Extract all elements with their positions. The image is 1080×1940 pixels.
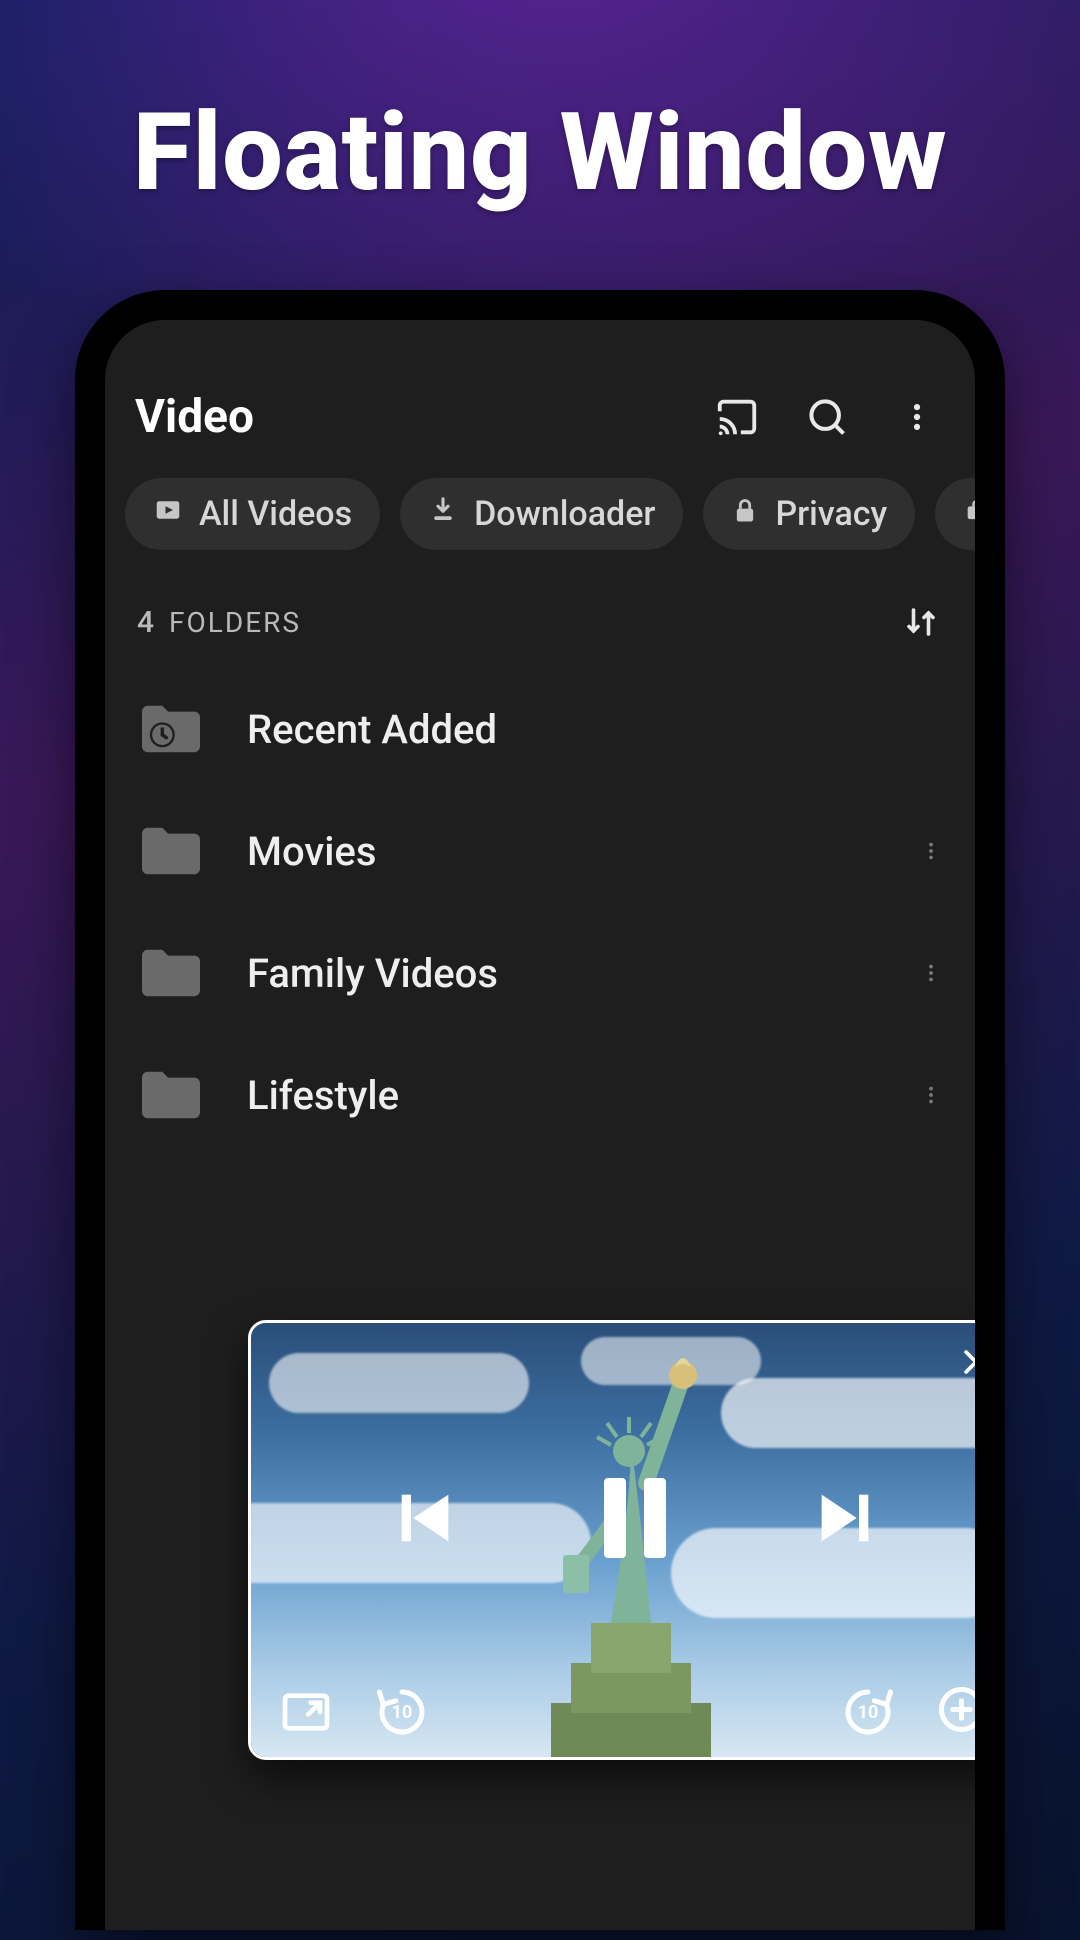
- player-main-controls: [251, 1473, 975, 1563]
- chip-more[interactable]: [935, 478, 975, 550]
- phone-frame: Video: [75, 290, 1005, 1930]
- lock-icon: [731, 494, 759, 534]
- list-item[interactable]: Lifestyle: [129, 1034, 957, 1156]
- previous-button[interactable]: [380, 1473, 470, 1563]
- folders-list: Recent Added Movies Family Videos: [105, 662, 975, 1156]
- page-title: Floating Window: [0, 0, 1080, 216]
- forward-label: 10: [858, 1702, 879, 1723]
- appbar-title: Video: [135, 390, 711, 444]
- pause-icon: [604, 1478, 666, 1558]
- phone-screen: Video: [105, 320, 975, 1930]
- chip-label: All Videos: [199, 494, 352, 534]
- floating-player[interactable]: 10 10: [248, 1320, 975, 1760]
- close-icon[interactable]: [955, 1341, 975, 1383]
- appbar-actions: [711, 391, 949, 443]
- cast-icon[interactable]: [711, 391, 763, 443]
- row-more-icon[interactable]: [911, 953, 951, 993]
- folders-count: 4: [137, 605, 155, 640]
- more-vert-icon[interactable]: [891, 391, 943, 443]
- list-item[interactable]: Recent Added: [129, 668, 957, 790]
- zoom-in-button[interactable]: [933, 1681, 975, 1743]
- search-icon[interactable]: [801, 391, 853, 443]
- filter-chips: All Videos Downloader Privacy: [105, 466, 975, 550]
- row-more-icon[interactable]: [911, 1075, 951, 1115]
- list-item[interactable]: Movies: [129, 790, 957, 912]
- folder-name: Lifestyle: [247, 1072, 871, 1119]
- chip-all-videos[interactable]: All Videos: [125, 478, 380, 550]
- folder-icon: [135, 944, 207, 1002]
- folder-name: Recent Added: [247, 706, 951, 753]
- folder-icon: [135, 822, 207, 880]
- sort-icon[interactable]: [895, 596, 947, 648]
- chip-privacy[interactable]: Privacy: [703, 478, 915, 550]
- folders-section-header: 4 FOLDERS: [105, 550, 975, 662]
- folders-label: FOLDERS: [169, 606, 301, 639]
- folder-name: Movies: [247, 828, 871, 875]
- forward-10-button[interactable]: 10: [837, 1681, 899, 1743]
- download-icon: [428, 494, 458, 534]
- player-overlay: 10 10: [251, 1323, 975, 1757]
- pause-button[interactable]: [590, 1473, 680, 1563]
- folder-name: Family Videos: [247, 950, 871, 997]
- player-bottom-controls: 10 10: [251, 1681, 975, 1743]
- briefcase-icon: [963, 494, 975, 534]
- folder-clock-icon: [135, 700, 207, 758]
- rewind-10-button[interactable]: 10: [371, 1681, 433, 1743]
- fullscreen-button[interactable]: [275, 1681, 337, 1743]
- play-rect-icon: [153, 494, 183, 534]
- chip-label: Downloader: [474, 494, 655, 534]
- chip-label: Privacy: [775, 494, 887, 534]
- row-more-icon[interactable]: [911, 831, 951, 871]
- folders-count-label: 4 FOLDERS: [137, 605, 301, 640]
- next-button[interactable]: [800, 1473, 890, 1563]
- rewind-label: 10: [392, 1702, 413, 1723]
- list-item[interactable]: Family Videos: [129, 912, 957, 1034]
- app-bar: Video: [105, 320, 975, 466]
- chip-downloader[interactable]: Downloader: [400, 478, 683, 550]
- folder-icon: [135, 1066, 207, 1124]
